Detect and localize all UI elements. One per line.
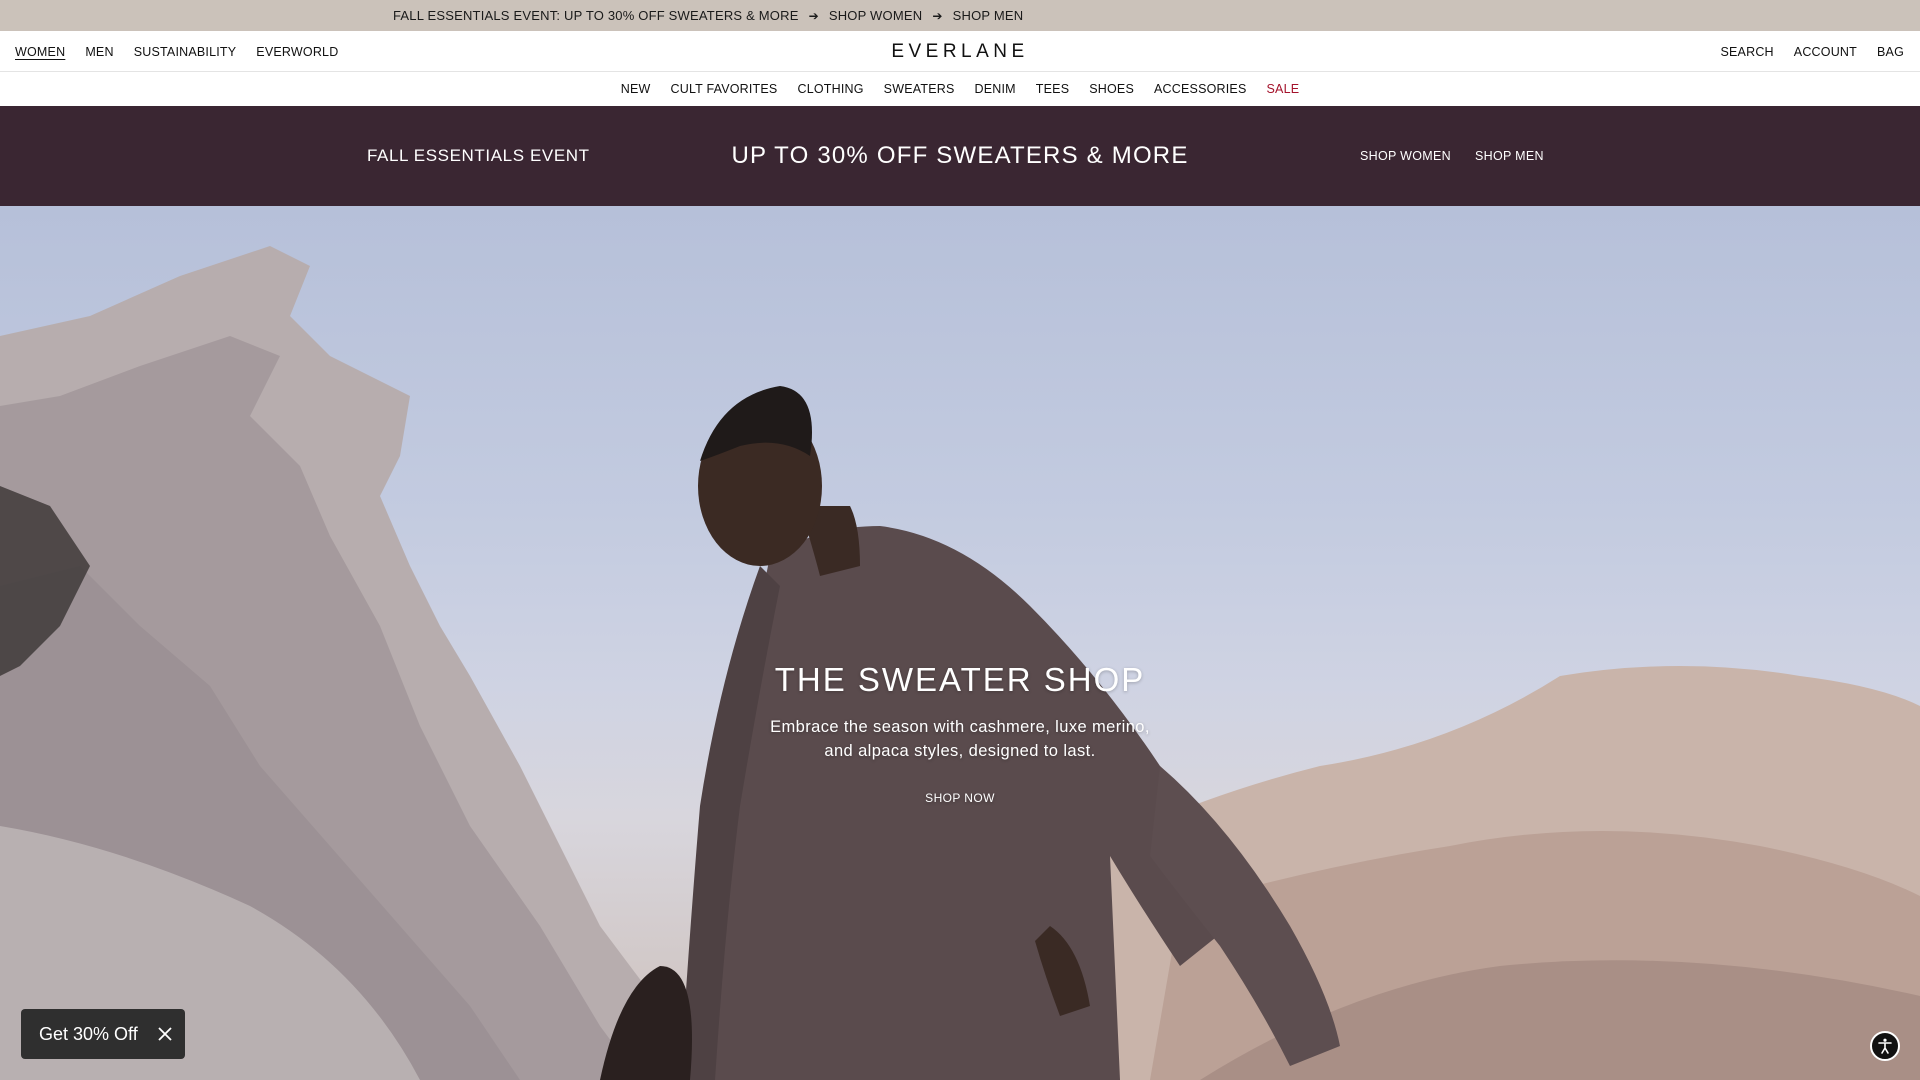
site-logo[interactable]: EVERLANE [891,41,1028,63]
bag-link[interactable]: BAG [1877,45,1904,59]
shop-now-button[interactable]: SHOP NOW [925,791,995,805]
category-accessories[interactable]: ACCESSORIES [1154,82,1247,96]
nav-men[interactable]: MEN [85,45,113,59]
close-icon[interactable] [155,1024,175,1044]
search-link[interactable]: SEARCH [1720,45,1773,59]
category-denim[interactable]: DENIM [975,82,1016,96]
account-link[interactable]: ACCOUNT [1794,45,1857,59]
promo-headline: UP TO 30% OFF SWEATERS & MORE [731,142,1189,169]
hero-title: THE SWEATER SHOP [774,661,1146,698]
announcement-shop-men-link[interactable]: SHOP MEN [953,8,1024,23]
announcement-bar: FALL ESSENTIALS EVENT: UP TO 30% OFF SWE… [0,0,1920,31]
category-cult-favorites[interactable]: CULT FAVORITES [670,82,777,96]
arrow-right-icon: ➔ [932,8,943,23]
promo-shop-men-link[interactable]: SHOP MEN [1475,149,1544,163]
promo-banner: FALL ESSENTIALS EVENT UP TO 30% OFF SWEA… [0,106,1920,206]
utility-nav: SEARCH ACCOUNT BAG [1720,31,1904,72]
accessibility-icon [1878,1038,1892,1054]
hero-subtitle: Embrace the season with cashmere, luxe m… [0,715,1920,763]
announcement-text[interactable]: FALL ESSENTIALS EVENT: UP TO 30% OFF SWE… [393,8,799,23]
nav-sustainability[interactable]: SUSTAINABILITY [134,45,237,59]
nav-everworld[interactable]: EVERWORLD [256,45,338,59]
accessibility-button[interactable] [1870,1031,1900,1061]
hero-image [0,246,1920,1080]
site-header: WOMEN MEN SUSTAINABILITY EVERWORLD EVERL… [0,31,1920,72]
hero-section[interactable]: THE SWEATER SHOP Embrace the season with… [0,206,1920,1080]
arrow-right-icon: ➔ [808,8,819,23]
hero-copy: THE SWEATER SHOP Embrace the season with… [0,661,1920,807]
category-nav: NEW CULT FAVORITES CLOTHING SWEATERS DEN… [0,72,1920,106]
discount-offer-label[interactable]: Get 30% Off [39,1024,138,1045]
category-clothing[interactable]: CLOTHING [797,82,863,96]
promo-links: SHOP WOMEN SHOP MEN [1360,106,1544,206]
category-shoes[interactable]: SHOES [1089,82,1134,96]
discount-offer-button[interactable]: Get 30% Off [21,1009,185,1059]
hero-subtitle-line-1: Embrace the season with cashmere, luxe m… [770,718,1150,736]
category-new[interactable]: NEW [621,82,651,96]
category-sweaters[interactable]: SWEATERS [884,82,955,96]
announcement-shop-women-link[interactable]: SHOP WOMEN [829,8,923,23]
primary-nav: WOMEN MEN SUSTAINABILITY EVERWORLD [15,31,338,72]
category-sale[interactable]: SALE [1267,82,1300,96]
promo-event-name: FALL ESSENTIALS EVENT [367,146,590,165]
hero-subtitle-line-2: and alpaca styles, designed to last. [824,742,1096,760]
promo-shop-women-link[interactable]: SHOP WOMEN [1360,149,1451,163]
category-tees[interactable]: TEES [1036,82,1069,96]
nav-women[interactable]: WOMEN [15,45,65,59]
